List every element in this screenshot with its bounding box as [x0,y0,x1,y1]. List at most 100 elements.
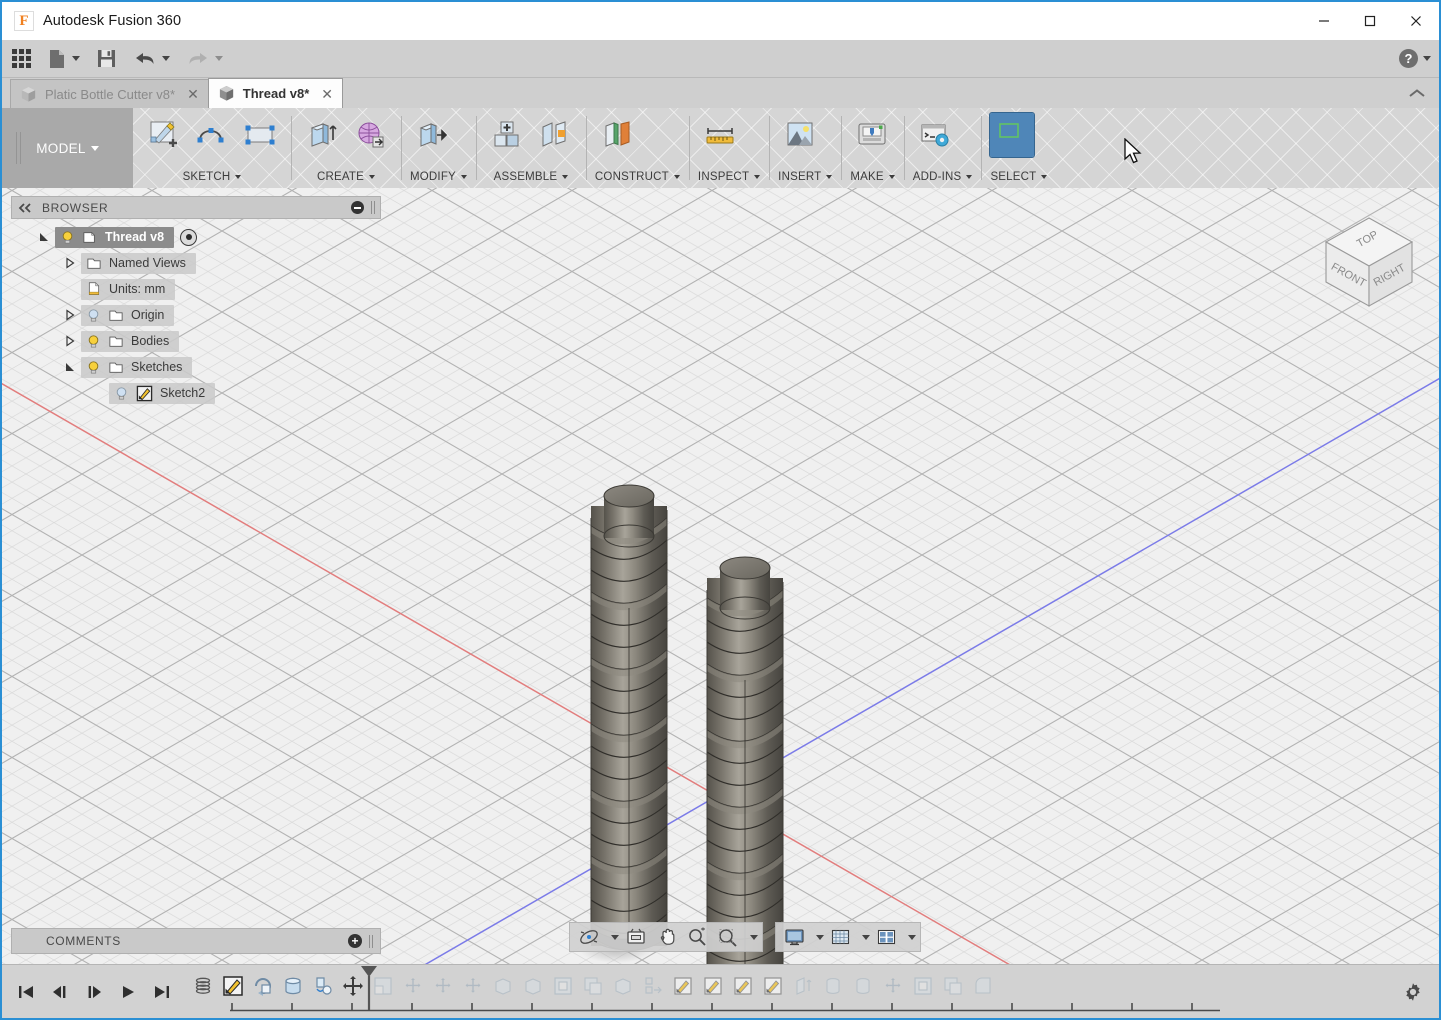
panel-resize-grip[interactable] [369,934,374,948]
activate-component-radio[interactable] [180,228,198,246]
timeline-feature-faded[interactable] [698,971,728,1001]
timeline-feature-faded[interactable] [638,971,668,1001]
timeline-feature-faded[interactable] [758,971,788,1001]
chevron-down-icon[interactable] [862,934,870,940]
timeline-feature-faded[interactable] [488,971,518,1001]
minus-circle-icon[interactable] [351,201,364,214]
timeline-feature-faded[interactable] [668,971,698,1001]
thread-rod-right[interactable] [706,556,784,964]
timeline-feature-coil[interactable] [188,971,218,1001]
timeline-marker[interactable] [358,965,380,1011]
chevron-down-icon[interactable] [816,934,824,940]
viewports-button[interactable] [872,924,901,950]
timeline-feature-faded[interactable] [458,971,488,1001]
3d-print-button[interactable] [850,113,894,157]
timeline-track[interactable] [188,965,1387,1019]
tree-item-sketches[interactable]: Sketches [81,356,193,378]
tree-item-sketch2[interactable]: Sketch2 [109,382,216,404]
tree-row[interactable]: Bodies [11,328,381,354]
timeline-feature-faded[interactable] [908,971,938,1001]
twisty-expanded-icon[interactable] [59,361,81,373]
pan-button[interactable] [653,924,681,950]
ribbon-panel-insert-label[interactable]: INSERT [778,171,833,186]
insert-image-button[interactable] [778,113,822,157]
grid-snaps-button[interactable] [826,924,855,950]
ribbon-panel-addins-label[interactable]: ADD-INS [913,171,973,186]
lightbulb-on-icon[interactable] [86,334,101,349]
timeline-feature-thread[interactable] [308,971,338,1001]
tree-row[interactable]: Sketches [11,354,381,380]
joint-button[interactable] [533,113,577,157]
timeline-feature-faded[interactable] [968,971,998,1001]
ribbon-panel-create-label[interactable]: CREATE [300,171,392,186]
fit-button[interactable] [713,924,743,950]
tree-row[interactable]: Sketch2 [11,380,381,406]
timeline-feature-faded[interactable] [578,971,608,1001]
minimize-button[interactable] [1301,2,1347,40]
step-forward-button[interactable] [82,979,106,1005]
view-cube[interactable]: TOP FRONT RIGHT [1309,202,1429,322]
browser-header[interactable]: BROWSER [11,196,381,219]
timeline-feature-faded[interactable] [398,971,428,1001]
ribbon-panel-modify-label[interactable]: MODIFY [410,171,467,186]
timeline-feature-faded[interactable] [518,971,548,1001]
maximize-button[interactable] [1347,2,1393,40]
timeline-feature-faded[interactable] [788,971,818,1001]
add-comment-button[interactable]: + [348,934,362,948]
tab-close-icon[interactable]: ✕ [317,87,333,101]
tree-row[interactable]: Thread v8 [11,224,381,250]
ribbon-panel-construct-label[interactable]: CONSTRUCT [595,171,680,186]
tree-item-origin[interactable]: Origin [81,304,175,326]
new-file-button[interactable] [41,44,86,74]
lightbulb-off-icon[interactable] [86,308,101,323]
timeline-feature-sketch[interactable] [218,971,248,1001]
3d-viewport[interactable]: TOP FRONT RIGHT BROWSER Thread v8 Named … [2,188,1439,964]
undo-button[interactable] [127,44,176,74]
twisty-collapsed-icon[interactable] [59,335,81,347]
lightbulb-off-icon[interactable] [114,386,129,401]
tree-row[interactable]: Units: mm [11,276,381,302]
tree-item-bodies[interactable]: Bodies [81,330,180,352]
press-pull-button[interactable] [410,113,454,157]
close-button[interactable] [1393,2,1439,40]
ribbon-panel-select-label[interactable]: SELECT [990,171,1048,186]
timeline-feature-faded[interactable] [728,971,758,1001]
ribbon-panel-make-label[interactable]: MAKE [850,171,895,186]
zoom-button[interactable] [683,924,711,950]
tree-item-thread-v8[interactable]: Thread v8 [55,226,175,248]
tab-close-icon[interactable]: ✕ [183,87,199,101]
tree-item-units[interactable]: Units: mm [81,278,176,300]
timeline-feature-faded[interactable] [848,971,878,1001]
chevron-down-icon[interactable] [750,934,758,940]
step-back-button[interactable] [48,979,72,1005]
new-component-button[interactable] [485,113,529,157]
offset-plane-button[interactable] [595,113,639,157]
timeline-feature-faded[interactable] [608,971,638,1001]
document-tab-inactive[interactable]: Platic Bottle Cutter v8* ✕ [10,79,209,108]
timeline-feature-faded[interactable] [548,971,578,1001]
tree-row[interactable]: Origin [11,302,381,328]
comments-panel[interactable]: COMMENTS + [11,928,381,954]
orbit-button[interactable] [574,924,604,950]
twisty-expanded-icon[interactable] [33,231,55,243]
panel-resize-grip[interactable] [371,201,376,214]
ribbon-panel-inspect-label[interactable]: INSPECT [698,171,761,186]
chevron-down-icon[interactable] [611,934,619,940]
collapse-left-icon[interactable] [18,202,32,213]
timeline-feature-cylinder[interactable] [278,971,308,1001]
document-tab-active[interactable]: Thread v8* ✕ [207,78,344,108]
twisty-collapsed-icon[interactable] [59,309,81,321]
measure-button[interactable] [698,113,742,157]
timeline-feature-faded[interactable] [938,971,968,1001]
save-button[interactable] [90,44,123,74]
go-to-beginning-button[interactable] [14,979,38,1005]
timeline-feature-faded[interactable] [878,971,908,1001]
workspace-switcher[interactable]: MODEL [2,108,133,188]
timeline-feature-faded[interactable] [428,971,458,1001]
tree-row[interactable]: Named Views [11,250,381,276]
help-button[interactable]: ? [1399,49,1431,68]
timeline-settings-button[interactable] [1387,965,1439,1019]
thread-rod-left[interactable] [590,484,668,951]
timeline-feature-revolve[interactable] [248,971,278,1001]
select-window-button[interactable] [989,112,1036,158]
